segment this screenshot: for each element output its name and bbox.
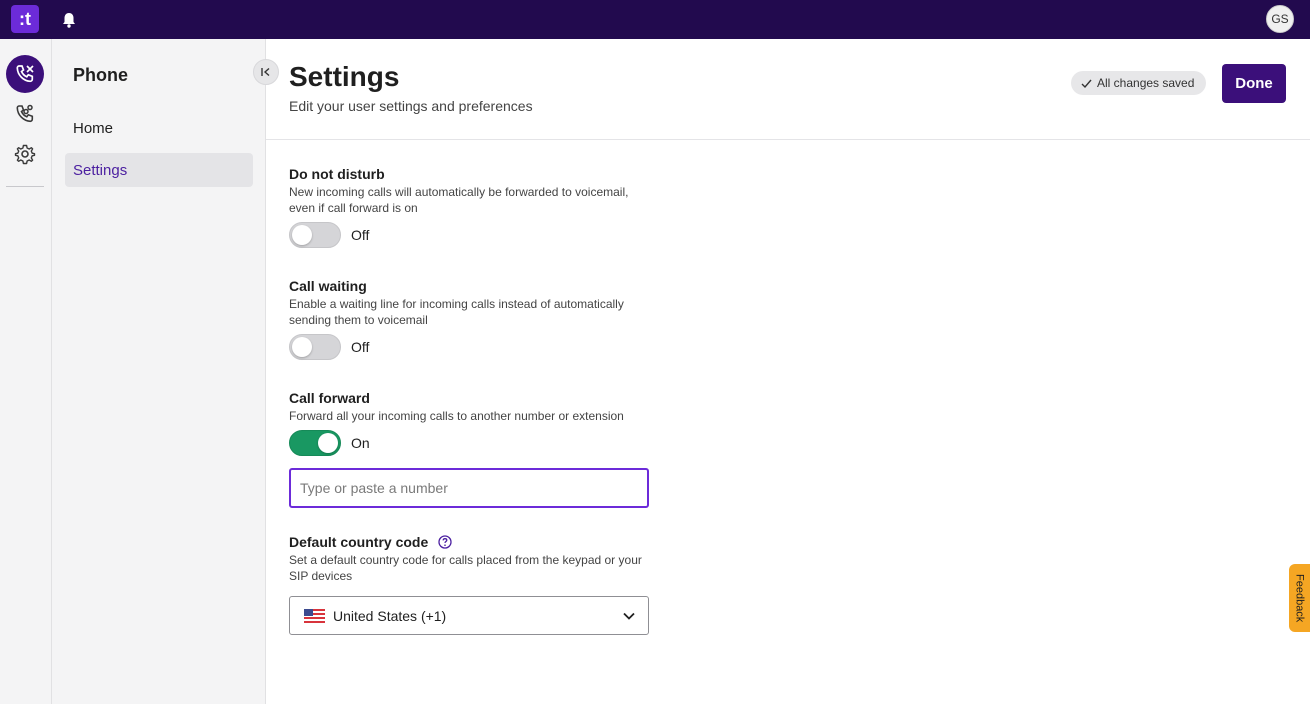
dnd-toggle[interactable] xyxy=(289,222,341,248)
help-icon[interactable] xyxy=(438,535,452,549)
top-bar: :t GS xyxy=(0,0,1310,39)
setting-title: Do not disturb xyxy=(289,166,385,182)
setting-description: Enable a waiting line for incoming calls… xyxy=(289,297,624,311)
sidebar-item-settings[interactable]: Settings xyxy=(65,153,253,187)
sidebar-item-label: Home xyxy=(73,119,114,137)
done-button[interactable]: Done xyxy=(1222,64,1286,103)
chevron-down-icon xyxy=(623,612,635,620)
bell-icon[interactable] xyxy=(60,11,78,29)
status-badge-label: All changes saved xyxy=(1097,76,1195,90)
feedback-label: Feedback xyxy=(1293,573,1306,623)
sidebar-item-home[interactable]: Home xyxy=(65,111,253,145)
us-flag-icon xyxy=(304,608,325,623)
setting-do-not-disturb: Do not disturb New incoming calls will a… xyxy=(289,165,649,248)
setting-description: even if call forward is on xyxy=(289,201,418,215)
call-waiting-toggle[interactable] xyxy=(289,334,341,360)
status-badge: All changes saved xyxy=(1071,71,1207,95)
icon-rail xyxy=(0,39,52,704)
setting-description: Set a default country code for calls pla… xyxy=(289,553,642,567)
setting-call-forward: Call forward Forward all your incoming c… xyxy=(289,389,649,456)
check-icon xyxy=(1081,79,1092,88)
rail-divider xyxy=(6,186,44,187)
setting-title-text: Default country code xyxy=(289,534,429,550)
call-routing-icon[interactable] xyxy=(6,95,44,133)
setting-description: Forward all your incoming calls to anoth… xyxy=(289,409,624,423)
sidebar-item-label: Settings xyxy=(73,161,128,179)
avatar[interactable]: GS xyxy=(1266,5,1294,33)
setting-description: SIP devices xyxy=(289,569,353,583)
page-header: Settings Edit your user settings and pre… xyxy=(266,39,1310,140)
collapse-sidebar-button[interactable] xyxy=(253,59,279,85)
call-forward-toggle[interactable] xyxy=(289,430,341,456)
setting-title: Call forward xyxy=(289,390,370,406)
country-code-select[interactable]: United States (+1) xyxy=(289,596,649,635)
collapse-icon xyxy=(261,67,270,77)
setting-title: Default country code xyxy=(289,533,649,551)
toggle-state-label: Off xyxy=(351,227,370,243)
setting-description: New incoming calls will automatically be… xyxy=(289,185,629,199)
toggle-state-label: Off xyxy=(351,339,370,355)
nav-title: Phone xyxy=(73,65,129,85)
main-content: Settings Edit your user settings and pre… xyxy=(266,39,1310,704)
setting-description: sending them to voicemail xyxy=(289,313,428,327)
country-code-value: United States (+1) xyxy=(333,607,447,624)
app-logo[interactable]: :t xyxy=(11,5,39,33)
toggle-state-label: On xyxy=(351,435,370,451)
phone-calls-icon[interactable] xyxy=(6,55,44,93)
page-subtitle: Edit your user settings and preferences xyxy=(289,98,533,114)
setting-call-waiting: Call waiting Enable a waiting line for i… xyxy=(289,277,649,360)
forward-number-input[interactable] xyxy=(289,468,649,508)
sidebar: Phone Home Settings xyxy=(52,39,279,704)
setting-title: Call waiting xyxy=(289,278,367,294)
setting-default-country-code: Default country code Set a default count… xyxy=(289,533,649,584)
feedback-tab[interactable]: Feedback xyxy=(1289,564,1310,632)
gear-icon[interactable] xyxy=(6,135,44,173)
page-title: Settings xyxy=(289,61,400,92)
